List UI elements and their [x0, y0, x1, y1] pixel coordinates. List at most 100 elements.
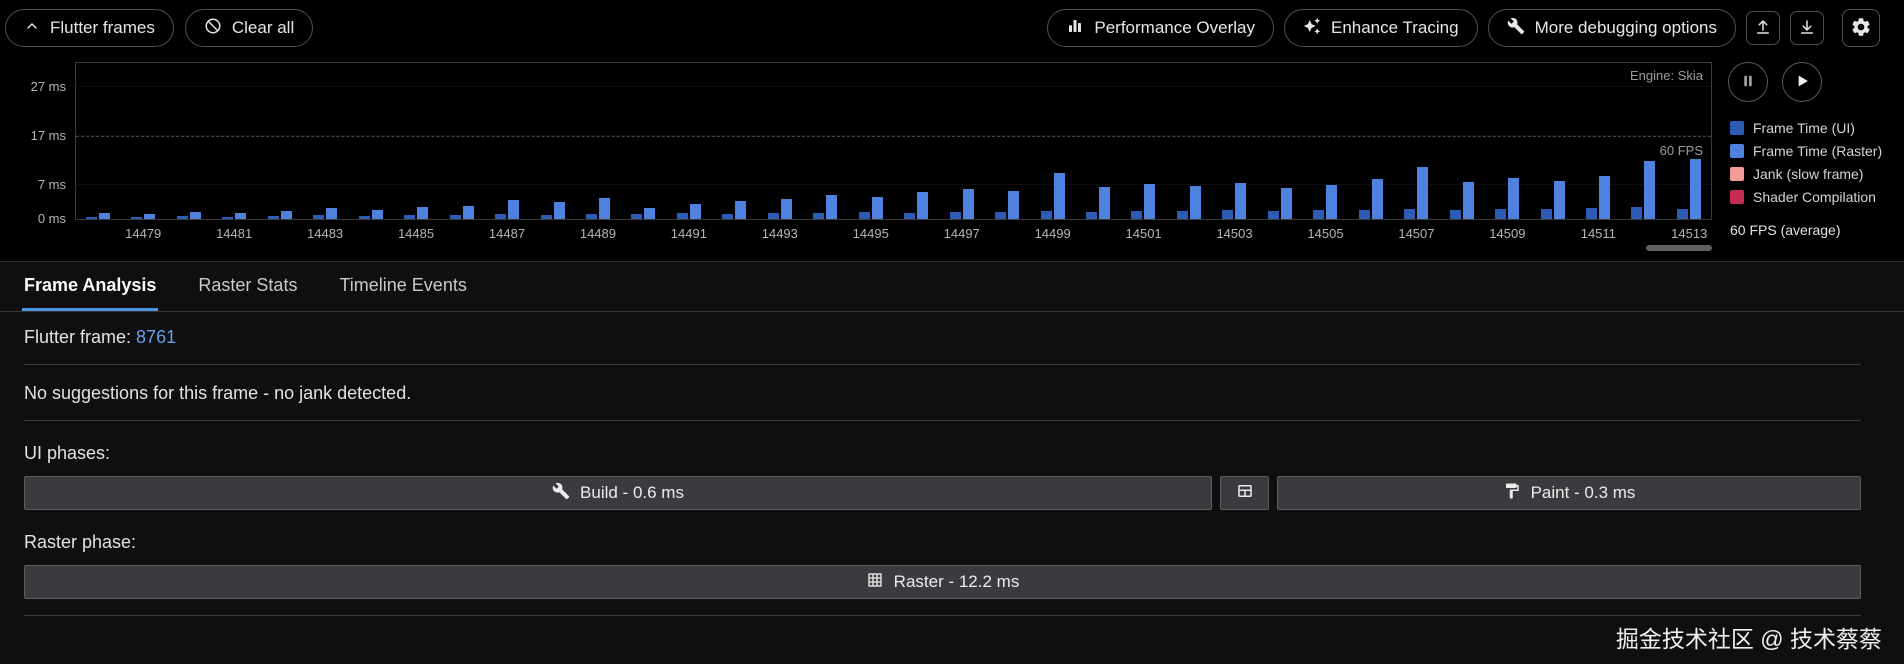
frame-bar[interactable] — [1176, 211, 1188, 219]
frame-bar[interactable] — [358, 215, 370, 219]
frame-bar[interactable] — [417, 207, 429, 219]
frame-bar-group[interactable] — [1358, 178, 1383, 219]
frame-bar-group[interactable] — [176, 211, 201, 219]
frame-bar-group[interactable] — [995, 190, 1020, 219]
frame-bar[interactable] — [1598, 175, 1610, 219]
frame-bar-group[interactable] — [858, 197, 883, 219]
frame-bar-group[interactable] — [904, 191, 929, 219]
frame-bar[interactable] — [598, 198, 610, 219]
frame-bar[interactable] — [371, 210, 383, 219]
frame-bar[interactable] — [1631, 207, 1643, 219]
frame-bar[interactable] — [1585, 208, 1597, 219]
frame-bar[interactable] — [189, 211, 201, 219]
frame-bar-group[interactable] — [1495, 177, 1520, 219]
frame-bar[interactable] — [222, 216, 234, 219]
resume-button[interactable] — [1782, 62, 1822, 102]
frame-bar[interactable] — [917, 191, 929, 219]
frame-bar-group[interactable] — [449, 206, 474, 219]
frame-bar[interactable] — [1676, 208, 1688, 219]
frame-bar[interactable] — [1495, 208, 1507, 219]
frame-bar[interactable] — [1326, 184, 1338, 219]
frame-bar[interactable] — [1085, 211, 1097, 219]
frame-bar-group[interactable] — [1404, 167, 1429, 219]
frame-bar[interactable] — [280, 211, 292, 219]
frame-bar[interactable] — [508, 200, 520, 219]
build-phase-block[interactable]: Build - 0.6 ms — [24, 476, 1212, 510]
frame-bar-group[interactable] — [267, 211, 292, 219]
frame-bar[interactable] — [131, 217, 143, 219]
frame-bar[interactable] — [1235, 182, 1247, 219]
frame-bar[interactable] — [1313, 209, 1325, 219]
frame-bar[interactable] — [689, 204, 701, 219]
frame-bar[interactable] — [826, 194, 838, 219]
frame-bar[interactable] — [722, 213, 734, 219]
frame-bar[interactable] — [858, 212, 870, 219]
performance-overlay-button[interactable]: Performance Overlay — [1047, 9, 1274, 47]
frame-bar[interactable] — [962, 188, 974, 219]
frame-bar-group[interactable] — [1631, 161, 1656, 219]
frame-bar-group[interactable] — [1085, 186, 1110, 219]
frame-bar-group[interactable] — [404, 207, 429, 219]
frame-number-link[interactable]: 8761 — [136, 327, 176, 347]
frame-bar[interactable] — [631, 214, 643, 219]
frame-bar[interactable] — [1417, 167, 1429, 219]
frame-bar-group[interactable] — [1176, 185, 1201, 219]
frame-bar-group[interactable] — [1222, 182, 1247, 219]
frame-bar-group[interactable] — [722, 201, 747, 219]
export-button[interactable] — [1746, 11, 1780, 45]
frame-bar[interactable] — [1371, 178, 1383, 219]
tab-timeline-events[interactable]: Timeline Events — [337, 262, 468, 311]
tab-raster-stats[interactable]: Raster Stats — [196, 262, 299, 311]
frame-bar[interactable] — [813, 213, 825, 219]
pause-button[interactable] — [1728, 62, 1768, 102]
frame-bar-group[interactable] — [222, 212, 247, 219]
frame-bar[interactable] — [1267, 210, 1279, 219]
frame-bar-group[interactable] — [1040, 172, 1065, 219]
frame-bar[interactable] — [1008, 190, 1020, 219]
settings-button[interactable] — [1842, 9, 1880, 47]
import-button[interactable] — [1790, 11, 1824, 45]
more-debugging-options-button[interactable]: More debugging options — [1487, 9, 1736, 47]
frame-bar[interactable] — [553, 202, 565, 219]
frame-bar[interactable] — [1553, 180, 1565, 219]
frame-bar-group[interactable] — [495, 200, 520, 219]
frame-bar[interactable] — [235, 212, 247, 219]
frame-bar[interactable] — [644, 208, 656, 219]
frame-bar[interactable] — [99, 213, 110, 219]
frame-bar[interactable] — [1358, 210, 1370, 219]
frame-bar[interactable] — [1222, 210, 1234, 219]
frame-bar[interactable] — [495, 214, 507, 219]
frame-bar[interactable] — [1280, 187, 1292, 219]
frame-bar[interactable] — [176, 216, 188, 219]
frame-bar[interactable] — [144, 214, 156, 219]
chart-scrollbar[interactable] — [1646, 245, 1712, 251]
frame-bar[interactable] — [1644, 161, 1656, 219]
frame-bar[interactable] — [1131, 210, 1143, 219]
frame-bar[interactable] — [1689, 159, 1701, 219]
frame-bar-group[interactable] — [1267, 187, 1292, 219]
frame-bar[interactable] — [1189, 185, 1201, 219]
frame-bar-group[interactable] — [313, 208, 338, 219]
frame-bar-group[interactable] — [585, 198, 610, 219]
frame-bar[interactable] — [1540, 209, 1552, 219]
frame-bar-group[interactable] — [1585, 175, 1610, 219]
frame-bar[interactable] — [1053, 172, 1065, 219]
frame-bar[interactable] — [86, 216, 97, 219]
frame-bar-group[interactable] — [86, 213, 110, 219]
clear-all-button[interactable]: Clear all — [184, 9, 314, 47]
flutter-frames-toggle-button[interactable]: Flutter frames — [5, 9, 174, 47]
frame-bar[interactable] — [780, 199, 792, 219]
frame-bar-group[interactable] — [949, 188, 974, 219]
tab-frame-analysis[interactable]: Frame Analysis — [22, 262, 159, 311]
layout-phase-block[interactable] — [1220, 476, 1269, 510]
frame-bar-group[interactable] — [540, 202, 565, 219]
paint-phase-block[interactable]: Paint - 0.3 ms — [1277, 476, 1861, 510]
frame-bar-group[interactable] — [1131, 183, 1156, 219]
frame-bar-group[interactable] — [1540, 180, 1565, 219]
frame-bar[interactable] — [449, 215, 461, 219]
frame-bar[interactable] — [404, 214, 416, 219]
frame-bar-group[interactable] — [1676, 159, 1701, 219]
frame-bar-group[interactable] — [131, 214, 156, 219]
frame-bar-group[interactable] — [1313, 184, 1338, 219]
frame-bar[interactable] — [1449, 209, 1461, 219]
